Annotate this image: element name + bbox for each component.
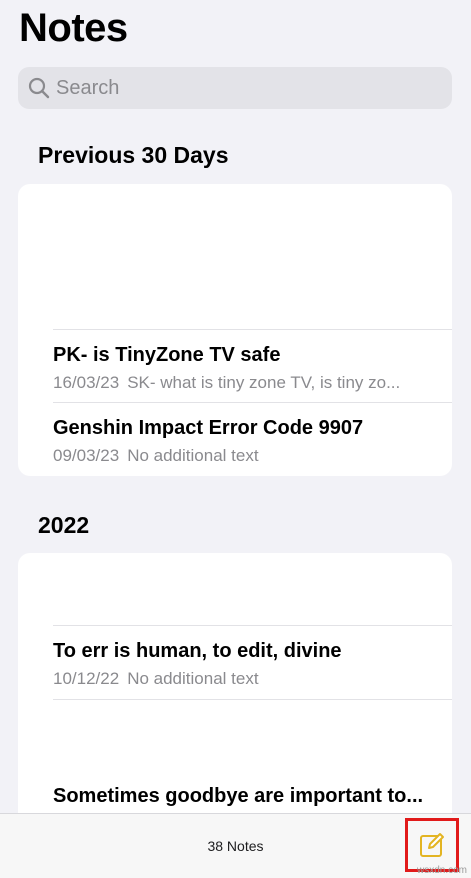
- list-item[interactable]: To err is human, to edit, divine 10/12/2…: [53, 625, 452, 700]
- page-title: Notes: [19, 6, 128, 50]
- bottom-toolbar: 38 Notes wsxdn.com: [0, 813, 471, 878]
- list-item[interactable]: [53, 184, 452, 329]
- note-title: To err is human, to edit, divine: [53, 640, 342, 662]
- note-date: 10/12/22: [53, 669, 120, 688]
- note-subtitle: 16/03/23 SK- what is tiny zone TV, is tin…: [53, 373, 452, 393]
- search-input[interactable]: [56, 76, 416, 100]
- compose-button[interactable]: [405, 818, 459, 872]
- list-item[interactable]: Genshin Impact Error Code 9907 09/03/23 N…: [53, 402, 452, 476]
- note-preview: SK- what is tiny zone TV, is tiny zo...: [127, 373, 401, 392]
- note-date: 16/03/23: [53, 373, 120, 392]
- list-item[interactable]: [53, 553, 452, 625]
- section-header-previous-30-days: Previous 30 Days: [38, 142, 229, 168]
- notes-card-2022: To err is human, to edit, divine 10/12/2…: [18, 553, 452, 833]
- note-title: Sometimes goodbye are important to...: [53, 785, 424, 807]
- search-icon: [28, 77, 50, 99]
- note-subtitle: 10/12/22 No additional text: [53, 669, 452, 689]
- note-date: 09/03/23: [53, 446, 120, 465]
- list-item[interactable]: PK- is TinyZone TV safe 16/03/23 SK- what…: [53, 329, 452, 402]
- section-header-2022: 2022: [38, 512, 90, 538]
- note-title: PK- is TinyZone TV safe: [53, 344, 281, 366]
- notes-card-previous-30-days: PK- is TinyZone TV safe 16/03/23 SK- what…: [18, 184, 452, 476]
- notes-count: 38 Notes: [207, 838, 264, 854]
- note-title: Genshin Impact Error Code 9907: [53, 417, 364, 439]
- note-preview: No additional text: [127, 446, 259, 465]
- note-subtitle: 09/03/23 No additional text: [53, 446, 452, 466]
- list-item[interactable]: [53, 699, 452, 772]
- compose-icon: [420, 833, 444, 857]
- watermark: wsxdn.com: [416, 865, 467, 876]
- note-preview: No additional text: [127, 669, 259, 688]
- search-bar[interactable]: [18, 67, 452, 109]
